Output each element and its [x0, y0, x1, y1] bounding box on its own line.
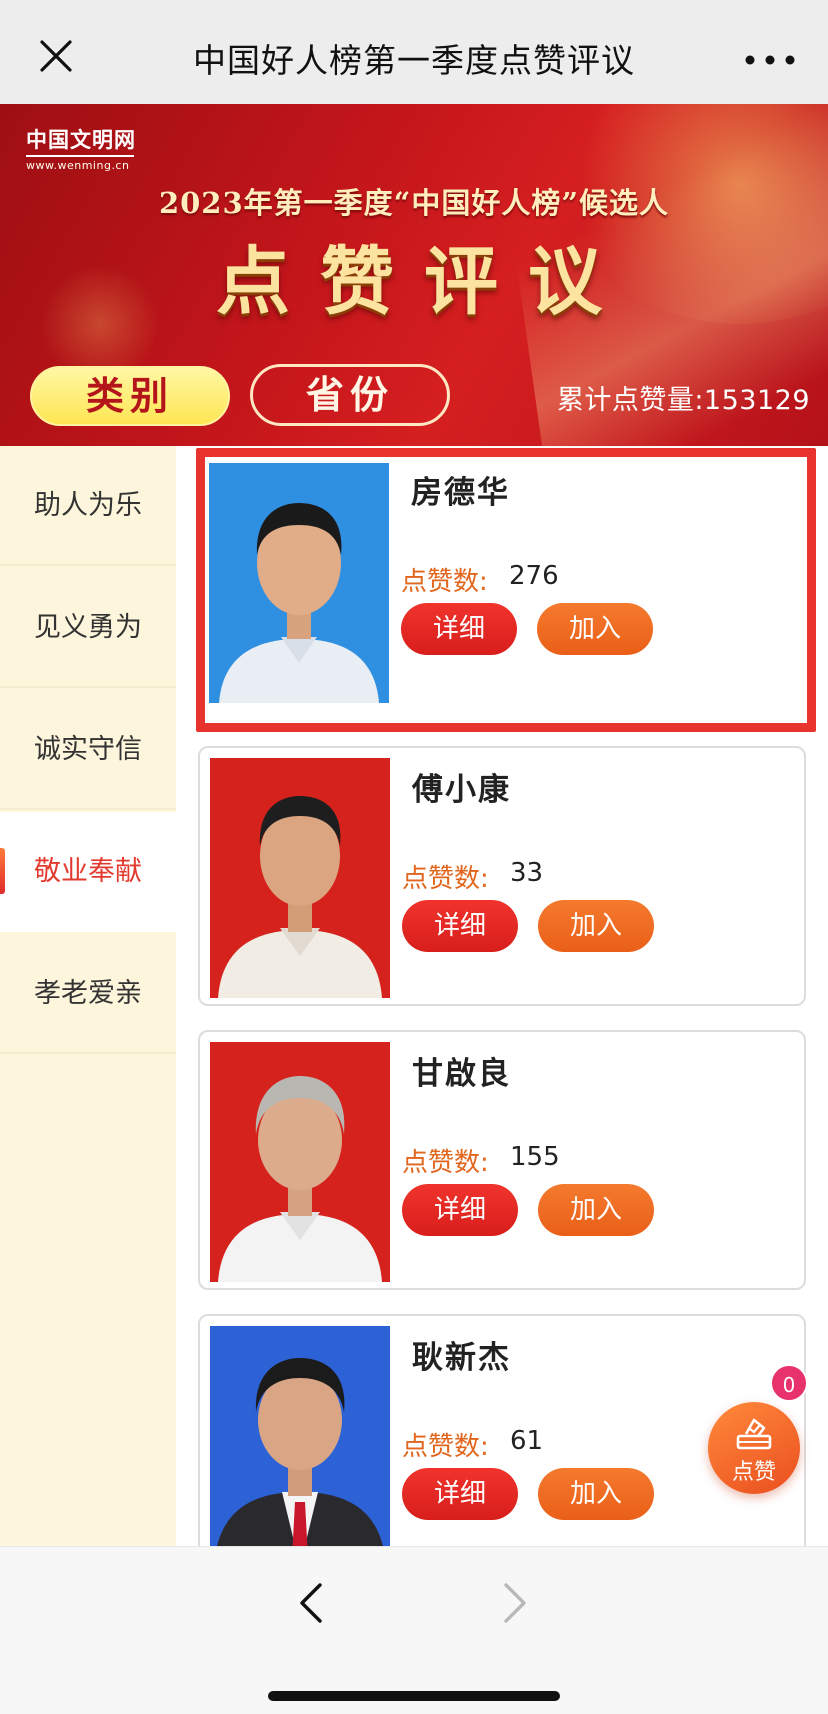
- votes-label: 点赞数:: [401, 567, 488, 597]
- candidate-card[interactable]: 甘啟良 点赞数: 155 详细 加入: [198, 1030, 806, 1290]
- join-button[interactable]: 加入: [537, 603, 653, 655]
- person-portrait-icon: [218, 1076, 382, 1282]
- join-button[interactable]: 加入: [538, 1184, 654, 1236]
- sidebar-item-filial-piety[interactable]: 孝老爱亲: [0, 934, 176, 1054]
- sidebar-item-dedication[interactable]: 敬业奉献: [0, 812, 176, 932]
- votes-count: 61: [510, 1426, 544, 1456]
- votes-count: 155: [510, 1142, 560, 1172]
- votes-count: 276: [509, 561, 559, 591]
- sidebar-item-helping-others[interactable]: 助人为乐: [0, 446, 176, 566]
- candidate-card[interactable]: 傅小康 点赞数: 33 详细 加入: [198, 746, 806, 1006]
- detail-button[interactable]: 详细: [402, 900, 518, 952]
- join-button[interactable]: 加入: [538, 1468, 654, 1520]
- logo-divider: [26, 155, 134, 157]
- browser-bottom-bar: [0, 1546, 828, 1714]
- person-portrait-icon: [218, 796, 382, 998]
- votes-label: 点赞数:: [402, 1432, 489, 1462]
- vote-floating-button[interactable]: 点赞: [708, 1402, 800, 1494]
- detail-button[interactable]: 详细: [401, 603, 517, 655]
- candidate-photo: [210, 1326, 390, 1566]
- banner-subtitle: 2023年第一季度“中国好人榜”候选人: [158, 186, 670, 220]
- detail-button[interactable]: 详细: [402, 1468, 518, 1520]
- candidate-photo: [209, 463, 389, 703]
- active-indicator: [0, 848, 5, 894]
- province-filter-button[interactable]: 省份: [250, 364, 450, 426]
- sidebar-item-label: 孝老爱亲: [34, 978, 142, 1009]
- vote-count-badge: 0: [770, 1364, 808, 1402]
- chevron-right-icon[interactable]: [500, 1581, 530, 1625]
- total-likes-counter: 累计点赞量:153129: [556, 385, 810, 416]
- candidate-name: 房德华: [411, 475, 510, 511]
- vote-button-label: 点赞: [731, 1460, 776, 1485]
- top-navbar: 中国好人榜第一季度点赞评议: [0, 0, 828, 104]
- sidebar-item-honesty[interactable]: 诚实守信: [0, 690, 176, 810]
- candidate-card[interactable]: 房德华 点赞数: 276 详细 加入: [196, 448, 816, 732]
- person-portrait-icon: [214, 1358, 386, 1566]
- sidebar-item-label: 见义勇为: [34, 612, 142, 643]
- votes-label: 点赞数:: [402, 1148, 489, 1178]
- category-sidebar: 助人为乐 见义勇为 诚实守信 敬业奉献 孝老爱亲: [0, 446, 176, 1546]
- candidate-name: 傅小康: [412, 772, 511, 808]
- header-banner: 中国文明网 www.wenming.cn 2023年第一季度“中国好人榜”候选人…: [0, 104, 828, 446]
- vote-ballot-icon: [736, 1418, 772, 1450]
- category-filter-button[interactable]: 类别: [30, 366, 230, 426]
- close-icon[interactable]: [38, 38, 74, 74]
- sidebar-item-label: 助人为乐: [34, 490, 142, 521]
- site-logo: 中国文明网 www.wenming.cn: [26, 124, 136, 172]
- sidebar-item-bravery[interactable]: 见义勇为: [0, 568, 176, 688]
- candidate-name: 甘啟良: [412, 1056, 511, 1092]
- home-indicator: [268, 1691, 560, 1701]
- sidebar-item-label: 敬业奉献: [34, 856, 142, 887]
- person-portrait-icon: [219, 503, 379, 703]
- votes-count: 33: [510, 858, 544, 888]
- more-dots-icon[interactable]: [740, 46, 800, 74]
- candidate-photo: [210, 758, 390, 998]
- sidebar-item-label: 诚实守信: [34, 734, 142, 765]
- join-button[interactable]: 加入: [538, 900, 654, 952]
- page-title: 中国好人榜第一季度点赞评议: [193, 41, 635, 80]
- candidate-name: 耿新杰: [412, 1340, 511, 1376]
- banner-title: 点赞评议: [216, 239, 632, 325]
- logo-text: 中国文明网: [26, 128, 136, 152]
- detail-button[interactable]: 详细: [402, 1184, 518, 1236]
- chevron-left-icon[interactable]: [296, 1581, 326, 1625]
- logo-url: www.wenming.cn: [26, 159, 130, 172]
- votes-label: 点赞数:: [402, 864, 489, 894]
- candidate-photo: [210, 1042, 390, 1282]
